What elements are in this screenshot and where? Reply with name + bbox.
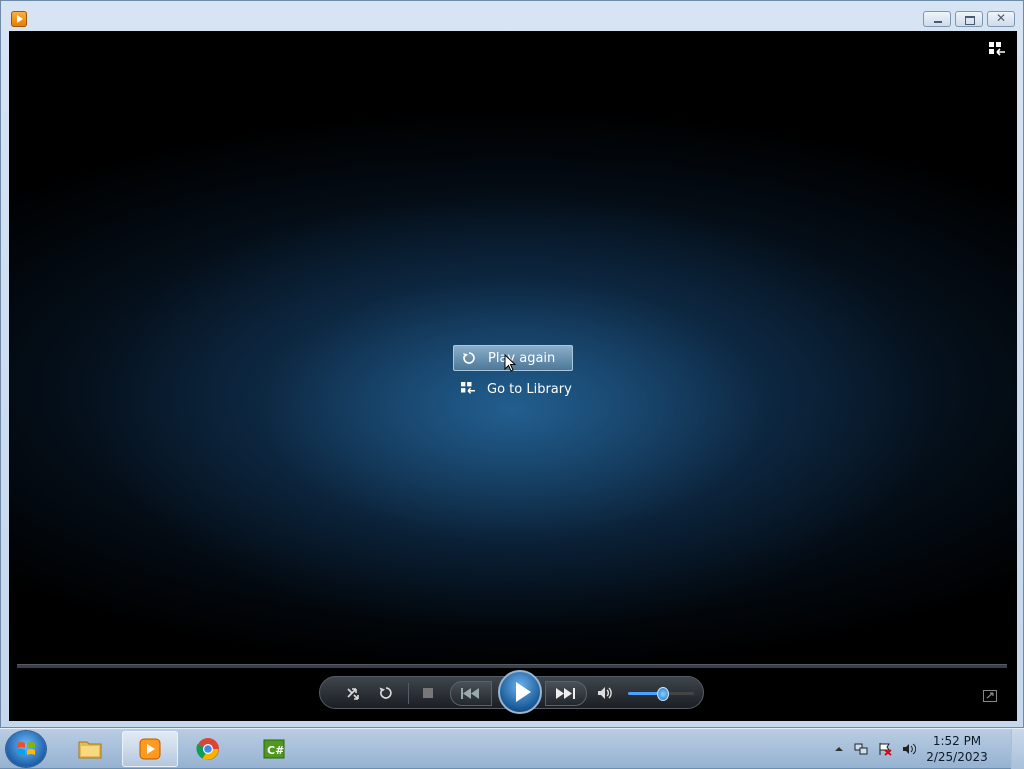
- now-playing-area: Play again Go to Library: [9, 31, 1017, 721]
- network-icon[interactable]: [854, 741, 868, 755]
- title-bar[interactable]: [1, 1, 1023, 31]
- taskbar-csharp[interactable]: C#: [246, 731, 302, 767]
- control-separator: [408, 683, 409, 704]
- shuffle-icon[interactable]: [346, 685, 362, 701]
- taskbar: C# 1:52 PM 2/25/2023: [0, 728, 1024, 769]
- speaker-icon[interactable]: [902, 741, 917, 755]
- media-player-app-icon[interactable]: [11, 11, 27, 27]
- playback-controls: [319, 670, 704, 714]
- taskbar-media-player[interactable]: [122, 731, 178, 767]
- repeat-icon[interactable]: [378, 685, 394, 701]
- caption-buttons: [923, 11, 1015, 27]
- windows-logo-icon: [17, 742, 35, 755]
- go-to-library-button[interactable]: Go to Library: [453, 376, 573, 402]
- media-player-window: Play again Go to Library: [0, 0, 1024, 728]
- mouse-cursor-icon: [504, 353, 517, 372]
- close-button[interactable]: [987, 11, 1015, 27]
- show-hidden-icons-icon[interactable]: [832, 741, 846, 755]
- start-button[interactable]: [6, 731, 46, 767]
- csharp-icon: C#: [262, 737, 286, 761]
- mute-icon[interactable]: [596, 685, 612, 701]
- system-tray: 1:52 PM 2/25/2023: [832, 729, 1012, 769]
- fullscreen-icon[interactable]: [983, 687, 997, 702]
- stop-icon[interactable]: [420, 685, 436, 701]
- clock-date: 2/25/2023: [926, 750, 988, 764]
- taskbar-chrome[interactable]: [180, 731, 236, 767]
- show-desktop-button[interactable]: [1011, 729, 1024, 769]
- end-of-playback-menu: Play again Go to Library: [453, 345, 573, 402]
- previous-button[interactable]: [450, 681, 492, 706]
- volume-thumb[interactable]: [657, 687, 669, 701]
- clock-time: 1:52 PM: [932, 734, 982, 748]
- folder-icon: [78, 737, 102, 761]
- clock[interactable]: 1:52 PM 2/25/2023: [922, 733, 992, 765]
- taskbar-explorer[interactable]: [62, 731, 118, 767]
- chrome-icon: [196, 737, 220, 761]
- play-button[interactable]: [498, 670, 542, 714]
- replay-icon: [462, 351, 476, 365]
- action-center-flag-icon[interactable]: [878, 741, 892, 756]
- switch-to-library-icon: [461, 382, 475, 396]
- next-button[interactable]: [545, 681, 587, 706]
- play-again-button[interactable]: Play again: [453, 345, 573, 372]
- minimize-button[interactable]: [923, 11, 951, 27]
- svg-text:C#: C#: [267, 744, 284, 757]
- switch-to-library-icon[interactable]: [989, 41, 1005, 56]
- go-to-library-label: Go to Library: [487, 381, 572, 397]
- play-again-label: Play again: [488, 350, 556, 366]
- seek-bar[interactable]: [17, 664, 1007, 668]
- media-player-icon: [138, 737, 162, 761]
- maximize-button[interactable]: [955, 11, 983, 27]
